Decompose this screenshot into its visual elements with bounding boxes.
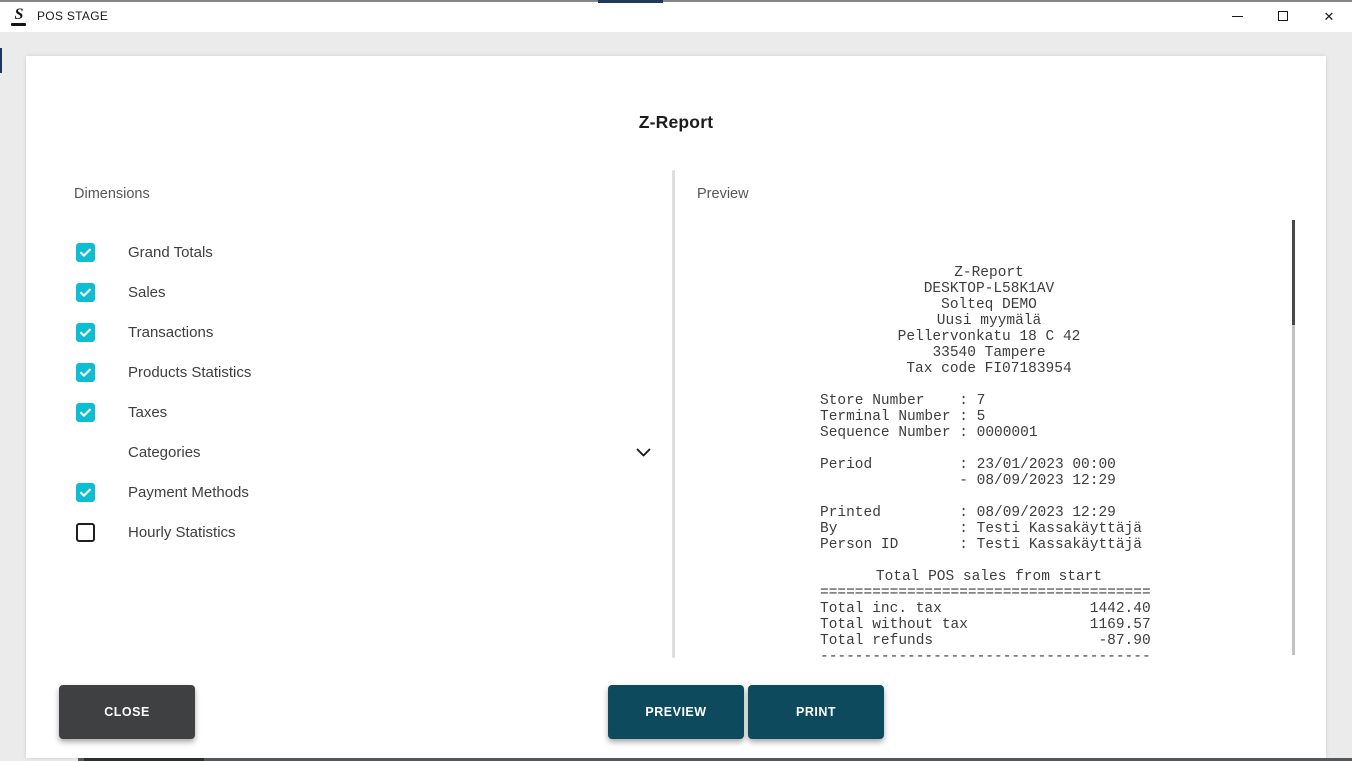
dimension-row-hourly-statistics[interactable]: Hourly Statistics — [76, 512, 676, 552]
titlebar: S POS STAGE ✕ — [0, 0, 1352, 32]
close-window-button[interactable]: ✕ — [1306, 0, 1352, 32]
chevron-down-icon[interactable] — [636, 448, 651, 457]
dimension-row-payment-methods[interactable]: Payment Methods — [76, 472, 676, 512]
left-accent-bar — [0, 48, 2, 73]
receipt-details: Store Number : 7 Terminal Number : 5 Seq… — [820, 393, 1142, 553]
dimension-row-taxes[interactable]: Taxes — [76, 392, 676, 432]
dimension-label: Grand Totals — [128, 243, 213, 261]
checkbox-products-statistics[interactable] — [76, 362, 95, 382]
dimension-label: Payment Methods — [128, 483, 249, 501]
close-icon: ✕ — [1323, 8, 1335, 24]
checkbox-taxes[interactable] — [76, 402, 95, 422]
receipt-section-title: Total POS sales from start — [875, 569, 1103, 585]
dimension-row-products-statistics[interactable]: Products Statistics — [76, 352, 676, 392]
checkmark-icon — [80, 248, 91, 257]
dimension-row-grand-totals[interactable]: Grand Totals — [76, 232, 676, 272]
checkmark-icon — [80, 368, 91, 377]
dimensions-heading: Dimensions — [74, 186, 150, 202]
dimension-row-sales[interactable]: Sales — [76, 272, 676, 312]
receipt-title: Z-Report — [954, 265, 1024, 281]
dimension-label: Transactions — [128, 323, 214, 341]
solteq-logo-icon: S — [9, 6, 29, 26]
window-controls: ✕ — [1214, 0, 1352, 32]
checkbox-placeholder — [76, 443, 95, 462]
checkmark-icon — [80, 488, 91, 497]
dimension-label: Taxes — [128, 403, 168, 421]
checkbox-sales[interactable] — [76, 282, 95, 302]
pos-stage-window: S POS STAGE ✕ Z-Report Dimensions Previe… — [0, 0, 1352, 761]
dimensions-list: Grand Totals Sales Transactions Products… — [76, 232, 676, 552]
receipt-preview: Z-Report DESKTOP-L58K1AV Solteq DEMO Uus… — [820, 265, 1158, 665]
checkmark-icon — [80, 408, 91, 417]
minimize-button[interactable] — [1214, 0, 1260, 32]
top-accent-bar — [598, 0, 663, 3]
close-button[interactable]: CLOSE — [59, 685, 195, 739]
receipt-totals: ====================================== T… — [820, 585, 1151, 665]
checkmark-icon — [80, 288, 91, 297]
maximize-icon — [1278, 11, 1288, 21]
checkbox-grand-totals[interactable] — [76, 242, 95, 262]
window-title: POS STAGE — [37, 9, 109, 23]
checkbox-hourly-statistics[interactable] — [76, 522, 95, 542]
dimension-row-categories[interactable]: Categories — [76, 432, 676, 472]
receipt-header: DESKTOP-L58K1AV Solteq DEMO Uusi myymälä… — [897, 281, 1081, 377]
checkbox-payment-methods[interactable] — [76, 482, 95, 502]
print-button[interactable]: PRINT — [748, 685, 884, 739]
preview-heading: Preview — [697, 186, 749, 202]
dimensions-scrollbar[interactable] — [672, 170, 675, 658]
preview-scrollbar-thumb[interactable] — [1292, 220, 1295, 325]
minimize-icon — [1231, 15, 1243, 17]
dimension-label: Sales — [128, 283, 166, 301]
checkbox-transactions[interactable] — [76, 322, 95, 342]
z-report-dialog: Z-Report Dimensions Preview Grand Totals… — [26, 56, 1326, 758]
dimension-row-transactions[interactable]: Transactions — [76, 312, 676, 352]
checkmark-icon — [80, 328, 91, 337]
dimension-label: Products Statistics — [128, 363, 252, 381]
preview-button[interactable]: PREVIEW — [608, 685, 744, 739]
preview-scrollbar-track[interactable] — [1292, 325, 1295, 655]
maximize-button[interactable] — [1260, 0, 1306, 32]
dimension-label: Categories — [128, 443, 201, 461]
dimension-label: Hourly Statistics — [128, 523, 236, 541]
page-title: Z-Report — [638, 112, 714, 132]
window-top-border — [0, 0, 1352, 2]
